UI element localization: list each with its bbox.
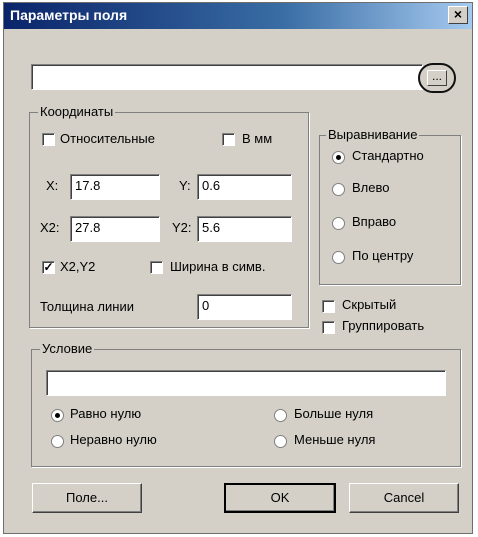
x2y2-checkbox[interactable]: ✓ (42, 261, 55, 274)
radio-selected-dot (336, 155, 341, 160)
mm-label: В мм (242, 131, 273, 146)
close-icon: × (453, 6, 463, 22)
alignment-legend: Выравнивание (326, 127, 420, 142)
width-chars-label: Ширина в симв. (170, 259, 266, 274)
cond-not-equal-zero-label: Неравно нулю (70, 432, 157, 447)
cond-not-equal-zero-radio[interactable] (51, 435, 64, 448)
line-width-label: Толщина линии (40, 299, 134, 314)
relative-label: Относительные (60, 131, 155, 146)
group-label: Группировать (342, 318, 425, 333)
cond-less-zero-radio[interactable] (274, 435, 287, 448)
align-center-radio[interactable] (332, 251, 345, 264)
align-center-label: По центру (352, 248, 414, 263)
y-input[interactable]: 0.6 (197, 174, 292, 200)
cond-less-zero-label: Меньше нуля (294, 432, 376, 447)
cancel-button[interactable]: Cancel (349, 483, 459, 513)
field-button[interactable]: Поле... (32, 483, 142, 513)
coordinates-legend: Координаты (38, 104, 116, 119)
y2-label: Y2: (172, 220, 192, 235)
mm-checkbox[interactable] (222, 133, 235, 146)
cond-greater-zero-radio[interactable] (274, 409, 287, 422)
dialog-title: Параметры поля (10, 7, 128, 23)
cond-greater-zero-label: Больше нуля (294, 406, 374, 421)
width-chars-checkbox[interactable] (150, 261, 163, 274)
group-checkbox[interactable] (322, 321, 335, 334)
x-label: X: (46, 178, 59, 193)
y-label: Y: (179, 178, 191, 193)
field-name-input[interactable] (31, 64, 423, 90)
align-standard-label: Стандартно (352, 148, 424, 163)
align-right-label: Вправо (352, 214, 397, 229)
browse-button[interactable]: ... (418, 63, 456, 93)
x2-input[interactable]: 27.8 (70, 216, 160, 242)
close-button[interactable]: × (448, 6, 468, 24)
radio-selected-dot (55, 413, 60, 418)
cond-equal-zero-label: Равно нулю (70, 406, 142, 421)
line-width-input[interactable]: 0 (197, 294, 292, 320)
hidden-checkbox[interactable] (322, 300, 335, 313)
align-standard-radio[interactable] (332, 151, 345, 164)
hidden-label: Скрытый (342, 297, 397, 312)
ok-button[interactable]: OK (224, 483, 336, 513)
ellipsis-icon: ... (427, 70, 447, 86)
condition-legend: Условие (40, 341, 95, 356)
x2-label: X2: (40, 220, 60, 235)
cond-equal-zero-radio[interactable] (51, 409, 64, 422)
align-left-label: Влево (352, 180, 390, 195)
title-bar: Параметры поля × (4, 3, 472, 29)
x-input[interactable]: 17.8 (70, 174, 160, 200)
relative-checkbox[interactable] (42, 133, 55, 146)
x2y2-label: X2,Y2 (60, 259, 96, 274)
field-parameters-dialog: Параметры поля × ... Координаты Относите… (3, 2, 473, 534)
checkmark-icon: ✓ (43, 260, 54, 274)
align-left-radio[interactable] (332, 183, 345, 196)
align-right-radio[interactable] (332, 217, 345, 230)
condition-input[interactable] (46, 370, 446, 396)
y2-input[interactable]: 5.6 (197, 216, 292, 242)
